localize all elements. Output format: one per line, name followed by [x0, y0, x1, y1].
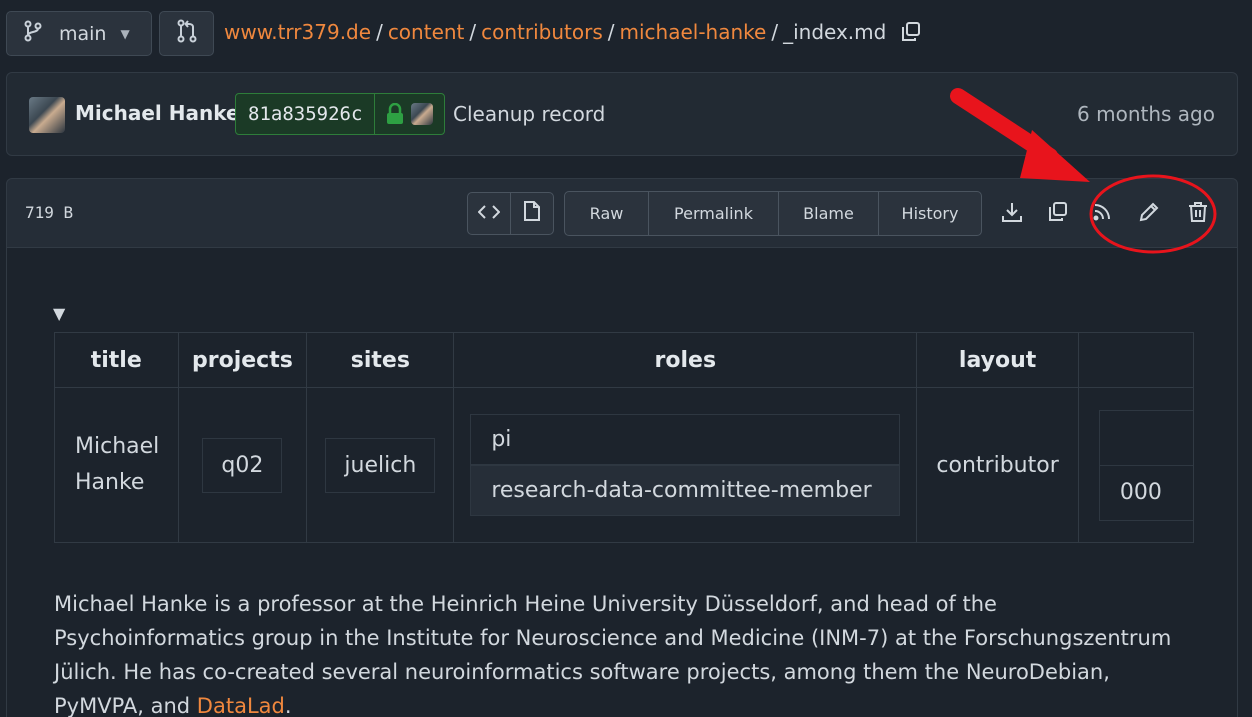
cell-sites: juelich — [306, 387, 455, 543]
col-roles: roles — [453, 332, 918, 388]
latest-commit-bar: Michael Hanke 81a835926c Cleanup record … — [6, 72, 1238, 156]
col-extra — [1077, 332, 1194, 388]
breadcrumb-file: _index.md — [783, 20, 887, 44]
bio-paragraph: Michael Hanke is a professor at the Hein… — [54, 592, 1172, 717]
col-sites: sites — [306, 332, 455, 388]
rss-icon — [1092, 202, 1112, 227]
datalad-link[interactable]: DataLad — [197, 694, 285, 717]
file-header: 719 B Raw Permalink Blame History — [6, 178, 1238, 248]
copy-icon — [1047, 201, 1069, 228]
role-item: pi — [470, 414, 901, 465]
role-item: research-data-committee-member — [470, 465, 901, 516]
cell-title: Michael Hanke — [54, 387, 179, 543]
commit-time: 6 months ago — [1077, 102, 1215, 126]
copy-icon[interactable] — [900, 21, 922, 43]
branch-selector[interactable]: main ▼ — [6, 11, 152, 56]
signer-avatar — [411, 103, 434, 125]
breadcrumb-michael-hanke[interactable]: michael-hanke — [620, 20, 767, 44]
rendered-view-button[interactable] — [510, 193, 553, 234]
edit-button[interactable] — [1134, 199, 1164, 229]
breadcrumb-repo[interactable]: www.trr379.de — [224, 20, 371, 44]
permalink-button[interactable]: Permalink — [648, 192, 778, 235]
breadcrumb-content[interactable]: content — [388, 20, 465, 44]
delete-button[interactable] — [1183, 199, 1213, 229]
commit-sha[interactable]: 81a835926c — [236, 94, 376, 134]
commit-message[interactable]: Cleanup record — [453, 102, 605, 126]
lock-icon — [385, 103, 405, 125]
col-layout: layout — [916, 332, 1079, 388]
commit-author[interactable]: Michael Hanke — [75, 101, 240, 125]
col-projects: projects — [177, 332, 308, 388]
file-size: 719 B — [25, 203, 74, 222]
cell-roles: pi research-data-committee-member — [453, 387, 918, 543]
branch-icon — [23, 20, 43, 47]
cell-extra: 000 — [1077, 387, 1194, 543]
view-toggle — [467, 192, 554, 235]
pencil-icon — [1138, 201, 1160, 228]
code-icon — [477, 202, 501, 226]
breadcrumb: www.trr379.de / content / contributors /… — [224, 20, 922, 44]
source-view-button[interactable] — [468, 193, 510, 234]
branch-name: main — [59, 22, 107, 45]
download-icon — [1001, 201, 1023, 228]
author-avatar[interactable] — [29, 97, 65, 133]
blame-button[interactable]: Blame — [778, 192, 878, 235]
frontmatter-table: title projects sites roles layout Michae… — [54, 332, 1194, 543]
file-icon — [523, 200, 541, 227]
file-content: ▼ title projects sites roles layout Mich… — [6, 248, 1238, 717]
history-button[interactable]: History — [878, 192, 981, 235]
pull-request-icon — [176, 19, 198, 48]
compare-button[interactable] — [159, 11, 214, 56]
chevron-down-icon: ▼ — [120, 26, 130, 41]
cell-layout: contributor — [916, 387, 1079, 543]
cell-projects: q02 — [177, 387, 308, 543]
col-title: title — [54, 332, 179, 388]
file-actions: Raw Permalink Blame History — [564, 191, 982, 236]
copy-content-button[interactable] — [1043, 199, 1073, 229]
frontmatter-table-wrap: title projects sites roles layout Michae… — [54, 332, 1194, 544]
details-toggle[interactable]: ▼ — [53, 304, 65, 323]
trash-icon — [1188, 201, 1208, 228]
commit-sha-badge[interactable]: 81a835926c — [235, 93, 445, 135]
rss-button[interactable] — [1087, 199, 1117, 229]
raw-button[interactable]: Raw — [565, 192, 648, 235]
download-button[interactable] — [997, 199, 1027, 229]
table-row: Michael Hanke q02 juelich pi research-da… — [54, 387, 1194, 543]
breadcrumb-contributors[interactable]: contributors — [481, 20, 603, 44]
